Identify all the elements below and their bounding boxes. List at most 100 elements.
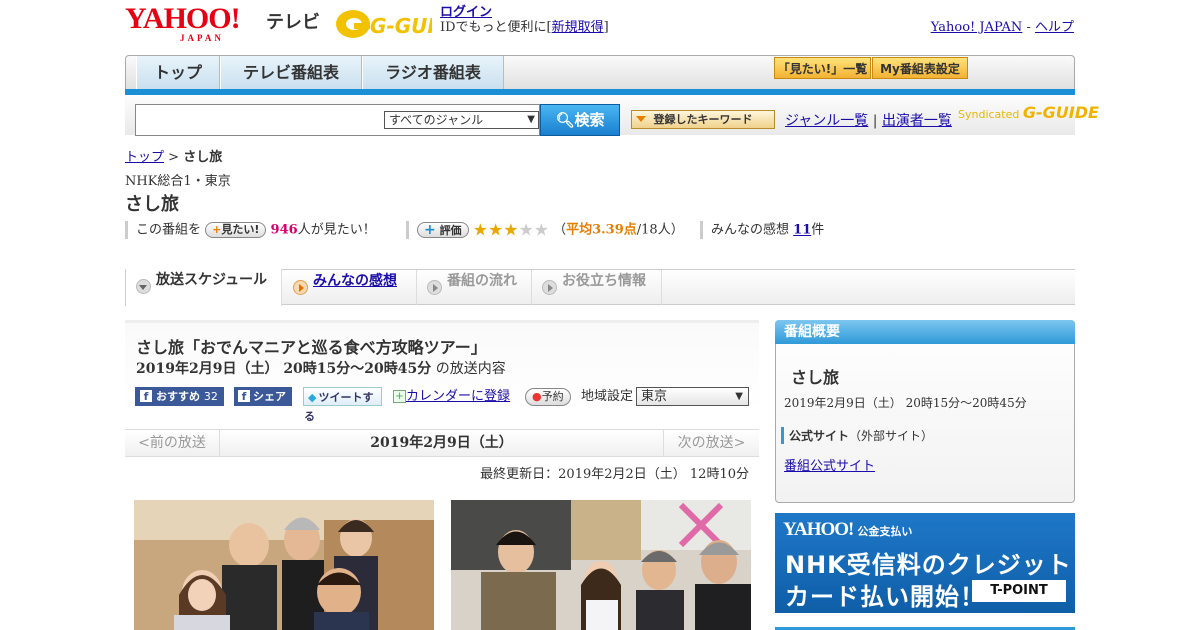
- calendar-register[interactable]: + カレンダーに登録: [393, 387, 510, 406]
- tweet-button[interactable]: ◆ ツイートする: [303, 387, 382, 423]
- login-text: IDでもっと便利に[: [440, 20, 552, 35]
- tpoint-logo: T-POINT: [972, 580, 1066, 602]
- breadcrumb-top-link[interactable]: トップ: [125, 150, 164, 165]
- breadcrumb: トップ > さし旅: [125, 146, 222, 165]
- facebook-icon: f: [238, 390, 250, 403]
- official-site-title: 公式サイト: [789, 429, 850, 443]
- program-summary-header: 番組概要: [775, 320, 1075, 344]
- dropdown-arrow-icon: ▼: [735, 391, 743, 402]
- chevron-right-icon: [542, 280, 557, 295]
- yahoo-japan-logo[interactable]: YAHOO! JAPAN: [125, 4, 241, 43]
- nav-tab-top[interactable]: トップ: [136, 56, 220, 90]
- record-dot-icon: ●: [532, 390, 542, 403]
- search-links-divider: |: [872, 113, 878, 129]
- chevron-right-icon: [293, 280, 308, 295]
- episode-datetime: 2019年2月9日（土） 20時15分～20時45分 の放送内容: [136, 358, 506, 378]
- ad-brand-sub: 公金支払い: [857, 525, 913, 538]
- tab-useful-info[interactable]: お役立ち情報: [532, 270, 662, 305]
- stats-divider: [700, 221, 703, 239]
- star-icon: ★: [533, 220, 549, 240]
- last-updated: 最終更新日：2019年2月2日（土） 12時10分: [480, 467, 749, 482]
- signup-link[interactable]: 新規取得: [552, 20, 604, 35]
- gguide-logo-text: G-GUIDE: [370, 14, 432, 38]
- registered-keyword-button[interactable]: 登録したキーワード: [631, 110, 775, 129]
- want-button[interactable]: +見たい!: [205, 222, 267, 238]
- stats-divider: [125, 221, 128, 239]
- plus-icon: +: [212, 223, 222, 236]
- calendar-link[interactable]: カレンダーに登録: [406, 389, 510, 404]
- signup-close: ]: [603, 20, 609, 35]
- episode-nav: <前の放送 2019年2月9日（土） 次の放送>: [125, 429, 759, 457]
- syndicated-text: Syndicated: [958, 108, 1020, 121]
- official-site-link[interactable]: 番組公式サイト: [784, 455, 875, 474]
- rating-average: 平均3.39点: [566, 222, 637, 238]
- ad-brand: YAHOO!: [783, 519, 854, 540]
- rating-open: （: [553, 222, 567, 238]
- chevron-down-icon: [136, 279, 151, 294]
- calendar-icon: +: [393, 390, 406, 403]
- dropdown-arrow-icon: ▼: [527, 114, 535, 125]
- share-row: f おすすめ 32 f シェア ◆ ツイートする + カレンダーに登録 ●予約 地域設定: [135, 387, 633, 423]
- recommend-label: おすすめ: [156, 390, 200, 403]
- program-summary-box: [775, 320, 1075, 503]
- reviews-prefix: みんなの感想: [711, 222, 790, 238]
- star-icon: ★: [472, 220, 488, 240]
- next-broadcast-link[interactable]: 次の放送>: [663, 430, 759, 456]
- ad-line-2: カード払い開始！: [785, 583, 985, 611]
- reviews-count-link[interactable]: 11: [793, 223, 811, 238]
- region-select[interactable]: 東京 ▼: [636, 387, 749, 406]
- stats-divider: [405, 221, 409, 239]
- plus-icon: +: [423, 222, 436, 238]
- gguide-logo[interactable]: G-GUIDE: [334, 6, 465, 40]
- reviews-suffix: 件: [811, 222, 825, 238]
- rating-button[interactable]: + 評価: [416, 222, 469, 238]
- program-title: さし旅: [125, 194, 179, 215]
- tab-broadcast-schedule[interactable]: 放送スケジュール: [125, 269, 282, 306]
- want-button-label: 見たい!: [221, 223, 260, 236]
- help-link[interactable]: ヘルプ: [1035, 20, 1074, 35]
- tv-label: テレビ: [266, 12, 320, 33]
- search-icon: 🔍︎: [555, 111, 575, 129]
- episode-title: さし旅「おでんマニアと巡る食べ方攻略ツアー」: [136, 338, 487, 357]
- official-site-label: 公式サイト（外部サイト）: [781, 427, 933, 444]
- tab-label: お役立ち情報: [562, 273, 646, 289]
- recommend-count: 32: [203, 390, 218, 403]
- station-label: NHK総合1・東京: [125, 174, 231, 189]
- facebook-icon: f: [140, 390, 152, 403]
- want-prefix: この番組を: [136, 222, 202, 238]
- tab-reviews[interactable]: みんなの感想: [283, 270, 417, 305]
- login-box: ログイン IDでもっと便利に[新規取得]: [440, 5, 609, 35]
- breadcrumb-separator: >: [164, 150, 184, 165]
- prev-broadcast-link[interactable]: <前の放送: [125, 430, 220, 456]
- tab-program-flow[interactable]: 番組の流れ: [417, 270, 532, 305]
- login-link[interactable]: ログイン: [440, 5, 492, 20]
- episode-photo-2: [451, 500, 751, 630]
- tab-label: 放送スケジュール: [156, 272, 268, 288]
- genre-select[interactable]: すべてのジャンル ▼: [384, 111, 539, 129]
- search-button[interactable]: 🔍︎検索: [540, 104, 620, 136]
- header-links: Yahoo! JAPAN - ヘルプ: [931, 16, 1074, 35]
- want-list-button[interactable]: 「見たい!」一覧: [774, 57, 871, 79]
- reserve-button[interactable]: ●予約: [525, 388, 571, 406]
- nav-tab-tv-schedule[interactable]: テレビ番組表: [220, 56, 362, 90]
- content-tabs: 放送スケジュール みんなの感想 番組の流れ お役立ち情報: [125, 269, 1075, 306]
- nav-tab-radio-schedule[interactable]: ラジオ番組表: [362, 56, 504, 90]
- star-icon: ★: [518, 220, 534, 240]
- search-links: ジャンル一覧 | 出演者一覧: [785, 110, 952, 130]
- facebook-recommend-button[interactable]: f おすすめ 32: [135, 387, 224, 406]
- performer-list-link[interactable]: 出演者一覧: [882, 113, 952, 129]
- yahoo-japan-link[interactable]: Yahoo! JAPAN: [931, 20, 1023, 35]
- summary-title: さし旅: [791, 368, 840, 387]
- genre-list-link[interactable]: ジャンル一覧: [785, 113, 868, 129]
- ad-line-1: NHK受信料のクレジット: [785, 551, 1072, 579]
- rating-count: /18人）: [636, 222, 684, 238]
- header-link-separator: -: [1022, 20, 1035, 35]
- my-schedule-button[interactable]: My番組表設定: [872, 57, 968, 79]
- episode-datetime-value: 2019年2月9日（土） 20時15分～20時45分: [136, 361, 432, 377]
- twitter-bird-icon: ◆: [308, 391, 317, 404]
- reserve-label: 予約: [541, 390, 564, 403]
- share-label: シェア: [253, 390, 286, 403]
- facebook-share-button[interactable]: f シェア: [234, 387, 292, 406]
- syndicated-gguide-logo: Syndicated G-GUIDE: [958, 103, 1099, 122]
- nhk-fee-ad-banner[interactable]: YAHOO! 公金支払い NHK受信料のクレジット カード払い開始！ T-POIN…: [775, 513, 1075, 613]
